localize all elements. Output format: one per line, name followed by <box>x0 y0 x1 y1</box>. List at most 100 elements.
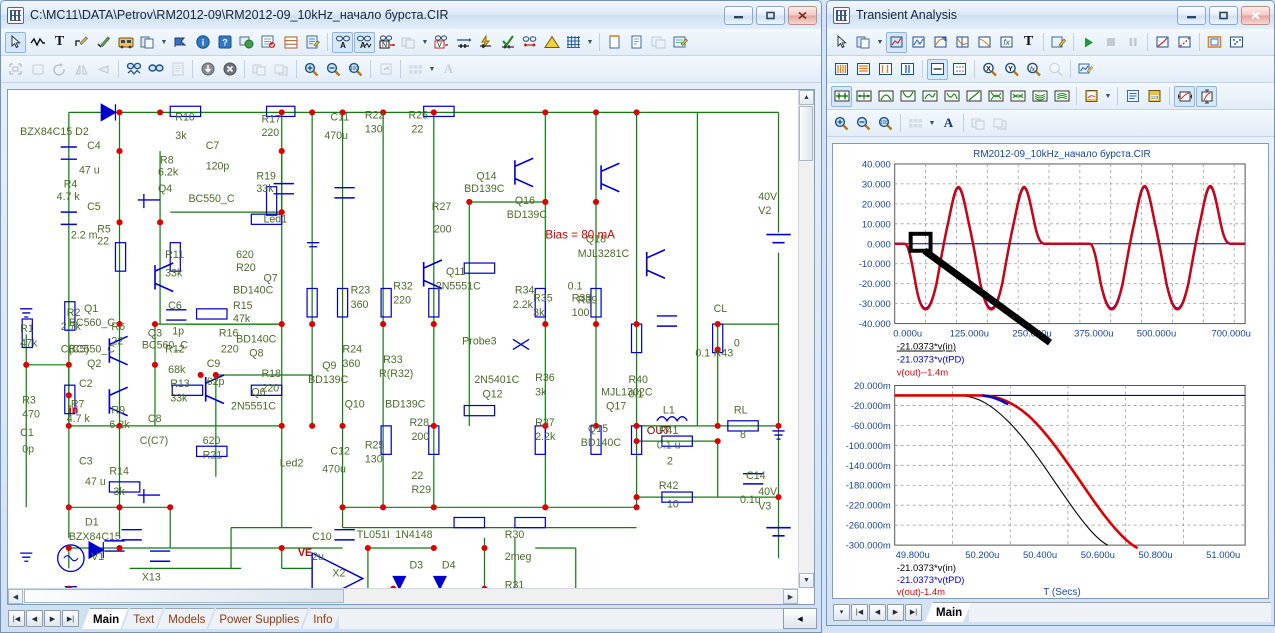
analysis-nav-prev[interactable]: ◀ <box>869 604 886 621</box>
paste-icon[interactable] <box>167 59 188 80</box>
inflection-icon[interactable] <box>963 86 984 107</box>
tab-main[interactable]: Main <box>82 608 128 629</box>
tabbar-scroll-left[interactable]: ◀ <box>783 608 817 629</box>
globe-icon[interactable] <box>236 32 257 53</box>
zoom-in-icon[interactable] <box>301 59 322 80</box>
zoom-out-icon[interactable] <box>853 113 874 134</box>
high-find-icon[interactable] <box>919 86 940 107</box>
hscroll-thumb[interactable] <box>24 589 344 603</box>
properties-icon[interactable] <box>1048 32 1069 53</box>
warning-icon[interactable] <box>541 32 562 53</box>
clipboard-icon[interactable] <box>1081 86 1102 107</box>
copy-icon[interactable] <box>137 32 158 53</box>
analysis-toolbar-row3[interactable]: ▼ 123 <box>827 83 1274 110</box>
numeric-output-icon[interactable] <box>1122 86 1143 107</box>
bring-front-icon[interactable] <box>968 113 989 134</box>
scroll-left-button[interactable]: ◀ <box>8 589 23 604</box>
pin-connect-icon[interactable] <box>519 32 540 53</box>
measure-vertical-icon[interactable] <box>1196 86 1217 107</box>
wire-icon[interactable] <box>27 32 48 53</box>
curve-2-icon[interactable] <box>1174 32 1195 53</box>
zoom-100-icon[interactable]: 100 <box>875 113 896 134</box>
send-back-icon[interactable] <box>271 59 292 80</box>
nav-prev-button[interactable]: ◀ <box>26 610 43 627</box>
compare-icon[interactable] <box>648 32 669 53</box>
zoom-in-icon[interactable] <box>831 113 852 134</box>
clipboard-chevron-icon[interactable]: ▼ <box>1103 86 1113 107</box>
node-text-icon[interactable]: A <box>332 32 353 53</box>
analysis-maximize-button[interactable] <box>1209 6 1238 25</box>
cursor-mode-icon[interactable] <box>908 32 929 53</box>
y-axis-zoom-icon[interactable]: Y <box>1001 59 1022 80</box>
nav-first-button[interactable]: |◀ <box>8 610 25 627</box>
horizontal-grid-icon[interactable] <box>853 59 874 80</box>
power-icon[interactable] <box>475 32 496 53</box>
mixed-grid-icon[interactable] <box>875 59 896 80</box>
prev-curve-icon[interactable] <box>1007 86 1028 107</box>
page2-icon[interactable] <box>626 32 647 53</box>
schematic-canvas[interactable]: BZX84C15 D2 C447 u R44.7 k C52.2 m R522 … <box>7 89 815 605</box>
analysis-nav-first[interactable]: |◀ <box>851 604 868 621</box>
node-voltage-icon[interactable]: V <box>431 32 452 53</box>
low-find-icon[interactable] <box>941 86 962 107</box>
peak-icon[interactable] <box>930 32 951 53</box>
analysis-nav-next[interactable]: ▶ <box>887 604 904 621</box>
panels-chevron-icon[interactable]: ▼ <box>427 59 437 80</box>
scroll-down-button[interactable]: ▼ <box>799 573 814 588</box>
doc-edit-icon[interactable] <box>302 32 323 53</box>
chevron-down-2-icon[interactable]: ▼ <box>420 32 430 53</box>
analysis-nav-dropdown[interactable]: ▾ <box>833 604 850 621</box>
cursor-peak-icon[interactable] <box>831 86 852 107</box>
valley-icon[interactable] <box>952 32 973 53</box>
box-icon[interactable] <box>27 59 48 80</box>
condition-icon[interactable] <box>497 32 518 53</box>
font-icon[interactable]: A <box>938 113 959 134</box>
tab-info[interactable]: Info <box>302 608 341 629</box>
minimize-button[interactable] <box>724 6 753 25</box>
check-doc-icon[interactable] <box>258 32 279 53</box>
schematic-vscrollbar[interactable]: ▲ ▼ <box>798 90 814 588</box>
mirror-vertical-icon[interactable] <box>71 59 92 80</box>
select-arrow-icon[interactable] <box>831 32 852 53</box>
peak-find-icon[interactable] <box>875 86 896 107</box>
find-icon[interactable] <box>145 59 166 80</box>
function-icon[interactable]: fx <box>996 32 1017 53</box>
scale-mode-icon[interactable] <box>886 32 907 53</box>
schematic-tabbar[interactable]: |◀ ◀ ▶ ▶| Main Text Models Power Supplie… <box>5 608 817 629</box>
curve-1-icon[interactable] <box>1152 32 1173 53</box>
schematic-hscrollbar[interactable]: ◀ ▶ <box>8 588 798 604</box>
panels-chevron-icon[interactable]: ▼ <box>927 113 937 134</box>
node-copy-icon[interactable] <box>398 32 419 53</box>
plots-svg[interactable]: RM2012-09_10kHz_начало бурста.CIR 40.000… <box>833 144 1268 598</box>
analysis-toolbar-row2[interactable]: X Y fx <box>827 56 1274 83</box>
zoom-100-icon[interactable]: 100 <box>345 59 366 80</box>
analysis-toolbar-row4[interactable]: 100 ▼ A <box>827 110 1274 137</box>
maximize-button[interactable] <box>756 6 785 25</box>
scale-icon[interactable] <box>5 59 26 80</box>
draw-check-icon[interactable] <box>93 32 114 53</box>
node-text-wave-icon[interactable]: A <box>354 32 375 53</box>
scroll-up-button[interactable]: ▲ <box>799 90 814 105</box>
schematic-toolbar-row2[interactable]: 100 ▼ A <box>1 56 821 83</box>
analysis-tabbar[interactable]: ▾ |◀ ◀ ▶ ▶| Main <box>830 602 1271 622</box>
dot-grid-icon[interactable] <box>949 59 970 80</box>
schematic-toolbar-row1[interactable]: T ▼ i ? <box>1 29 821 56</box>
analysis-close-button[interactable] <box>1241 6 1270 25</box>
text-icon[interactable]: T <box>49 32 70 53</box>
draw-line-icon[interactable] <box>71 32 92 53</box>
grid-icon[interactable] <box>563 32 584 53</box>
nav-next-button[interactable]: ▶ <box>44 610 61 627</box>
bring-front-icon[interactable] <box>249 59 270 80</box>
all-curves-icon[interactable] <box>1051 86 1072 107</box>
grid-chevron-icon[interactable]: ▼ <box>585 32 595 53</box>
page-tabs[interactable]: Main Text Models Power Supplies Info <box>82 608 335 629</box>
flag-icon[interactable] <box>170 32 191 53</box>
dual-grid-icon[interactable] <box>897 59 918 80</box>
close-button[interactable] <box>788 6 817 25</box>
zoom-out-icon[interactable] <box>323 59 344 80</box>
find-wave-icon[interactable] <box>123 59 144 80</box>
list-icon[interactable] <box>280 32 301 53</box>
measure-horizontal-icon[interactable] <box>1174 86 1195 107</box>
analysis-minimize-button[interactable] <box>1177 6 1206 25</box>
stack-curves-icon[interactable] <box>1029 86 1050 107</box>
